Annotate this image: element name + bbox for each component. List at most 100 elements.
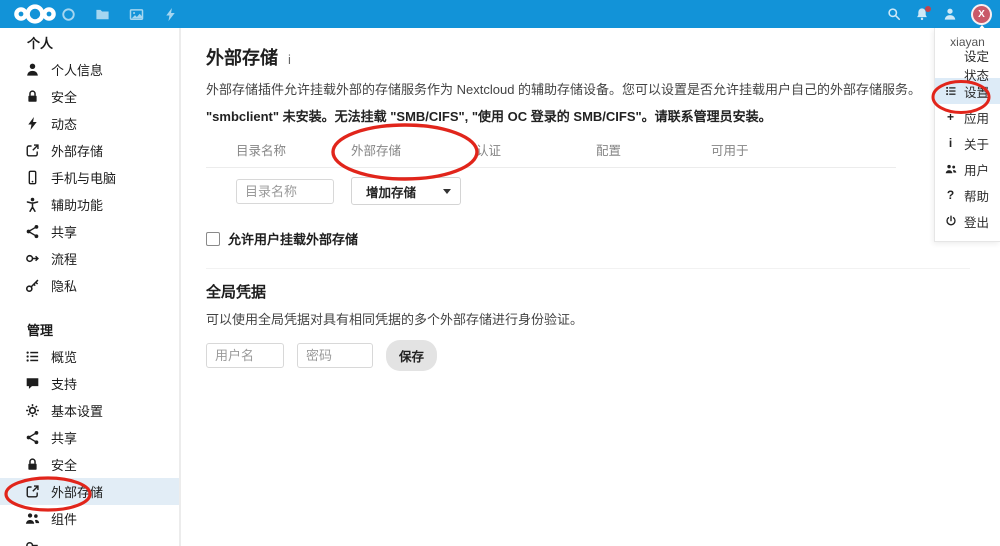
sidebar-item-label: 隐私 — [51, 279, 78, 294]
smbclient-warning: "smbclient" 未安装。无法挂载 "SMB/CIFS", "使用 OC … — [206, 109, 772, 124]
key-icon — [25, 278, 40, 293]
menu-item-label: 应用 — [964, 111, 990, 126]
topbar-right: X — [887, 0, 1000, 28]
files-icon[interactable] — [95, 7, 110, 22]
col-header-configuration: 配置 — [596, 144, 622, 158]
sidebar-item-label: 外部存储 — [51, 144, 104, 159]
group-icon — [25, 511, 40, 526]
notifications-bell-icon[interactable] — [915, 6, 931, 21]
sidebar-item-label: 共享 — [51, 225, 78, 240]
gear-icon — [25, 403, 40, 418]
sidebar-section-admin: 管理 — [27, 323, 54, 338]
sidebar-item-groupware[interactable]: 组件 — [0, 505, 179, 532]
sidebar-section-admin-wrap: 管理 概览 支持 基本设置 共享 安全 外部存储 组件 — [0, 316, 179, 546]
sidebar-item-external-storage-personal[interactable]: 外部存储 — [0, 137, 179, 164]
group-icon — [944, 163, 957, 175]
sidebar-item-label: 基本设置 — [51, 404, 104, 419]
sidebar-item-label: 个人信息 — [51, 63, 104, 78]
accessibility-icon — [25, 197, 40, 212]
sidebar-item-label: 辅助功能 — [51, 198, 104, 213]
password-input[interactable] — [297, 343, 373, 368]
allow-user-mount-checkbox[interactable] — [206, 231, 220, 246]
menu-item-label: 设定状态 — [964, 50, 990, 83]
dashboard-icon[interactable] — [61, 7, 76, 22]
menu-item-set-status[interactable]: 设定状态 — [935, 50, 1000, 83]
sidebar-item-sharing-admin[interactable]: 共享 — [0, 424, 179, 451]
app-icon-row — [61, 7, 178, 22]
plus-icon: + — [946, 110, 954, 124]
sidebar-item-label: 手机与电脑 — [51, 171, 117, 186]
global-credentials-description: 可以使用全局凭据对具有相同凭据的多个外部存储进行身份验证。 — [206, 312, 584, 327]
sidebar-item-label: 安全 — [51, 458, 78, 473]
global-credentials-title: 全局凭据 — [206, 284, 267, 301]
sidebar-item-external-storage-admin[interactable]: 外部存储 — [0, 478, 179, 505]
menu-item-logout[interactable]: 登出 — [935, 208, 1000, 234]
menu-item-label: 关于 — [964, 137, 990, 152]
chat-bubble-icon — [25, 376, 40, 391]
sidebar-item-partial[interactable] — [0, 532, 179, 546]
sidebar-item-support[interactable]: 支持 — [0, 370, 179, 397]
global-credentials-form: 保存 — [206, 340, 970, 371]
external-storage-icon — [25, 143, 40, 158]
page-title-row: 外部存储 i — [206, 44, 970, 70]
save-button[interactable]: 保存 — [386, 340, 438, 371]
search-icon[interactable] — [887, 7, 901, 21]
topbar: X — [0, 0, 1000, 28]
sidebar-item-security-personal[interactable]: 安全 — [0, 83, 179, 110]
menu-item-apps[interactable]: + 应用 — [935, 104, 1000, 130]
lock-icon — [25, 457, 40, 472]
sidebar-item-label: 概览 — [51, 350, 78, 365]
info-icon[interactable]: i — [288, 52, 291, 67]
sidebar-item-personal-info[interactable]: 个人信息 — [0, 56, 179, 83]
sidebar-item-label: 支持 — [51, 377, 78, 392]
sidebar-item-overview[interactable]: 概览 — [0, 343, 179, 370]
user-avatar[interactable]: X — [971, 3, 992, 25]
user-icon — [25, 62, 40, 77]
list-icon — [944, 85, 957, 97]
col-header-authentication: 认证 — [476, 144, 502, 158]
user-dropdown-menu: xiayan 设定状态 设置 + 应用 i 关于 用户 ? 帮助 登出 — [934, 28, 1000, 242]
bolt-icon — [25, 116, 40, 131]
allow-user-mount-row: 允许用户挂载外部存储 — [206, 229, 970, 248]
add-storage-dropdown[interactable]: 增加存储 — [351, 177, 461, 205]
contacts-icon[interactable] — [943, 7, 957, 21]
question-icon: ? — [946, 188, 955, 202]
main-content: 外部存储 i 外部存储插件允许挂载外部的存储服务作为 Nextcloud 的辅助… — [183, 28, 1000, 546]
menu-item-users[interactable]: 用户 — [935, 156, 1000, 182]
storage-table-new-row: 增加存储 — [206, 168, 970, 215]
sidebar-item-flow[interactable]: 流程 — [0, 245, 179, 272]
sidebar-section-personal: 个人 — [27, 36, 54, 51]
intro-text: 外部存储插件允许挂载外部的存储服务作为 Nextcloud 的辅助存储设备。您可… — [206, 82, 922, 97]
power-icon — [944, 215, 957, 227]
page-title: 外部存储 — [206, 48, 278, 68]
info-icon: i — [948, 136, 953, 150]
sidebar-item-security-admin[interactable]: 安全 — [0, 451, 179, 478]
caret-down-icon — [443, 188, 451, 194]
folder-name-input[interactable] — [236, 178, 334, 204]
storage-table-header: 目录名称 外部存储 认证 配置 可用于 — [206, 135, 896, 168]
sidebar-item-activity[interactable]: 动态 — [0, 110, 179, 137]
sidebar-item-basic-settings[interactable]: 基本设置 — [0, 397, 179, 424]
menu-item-help[interactable]: ? 帮助 — [935, 182, 1000, 208]
col-header-external-storage: 外部存储 — [351, 144, 402, 158]
sidebar-item-mobile-desktop[interactable]: 手机与电脑 — [0, 164, 179, 191]
sidebar-item-label: 共享 — [51, 431, 78, 446]
phone-icon — [25, 170, 40, 185]
col-header-available-for: 可用于 — [711, 144, 749, 158]
menu-item-label: 用户 — [964, 163, 990, 178]
activity-icon[interactable] — [163, 7, 178, 22]
share-icon — [25, 224, 40, 239]
menu-item-label: 帮助 — [964, 189, 990, 204]
settings-sidebar: 个人 个人信息 安全 动态 外部存储 手机与电脑 辅助功能 共享 流程 隐私 管… — [0, 28, 181, 546]
photos-icon[interactable] — [129, 7, 144, 22]
menu-item-about[interactable]: i 关于 — [935, 130, 1000, 156]
menu-item-label: 登出 — [964, 215, 990, 230]
flow-icon — [25, 251, 40, 266]
sidebar-item-privacy[interactable]: 隐私 — [0, 272, 179, 299]
sidebar-item-label: 安全 — [51, 90, 78, 105]
sidebar-item-label: 流程 — [51, 252, 78, 267]
sidebar-item-accessibility[interactable]: 辅助功能 — [0, 191, 179, 218]
sidebar-item-sharing-personal[interactable]: 共享 — [0, 218, 179, 245]
username-input[interactable] — [206, 343, 284, 368]
nextcloud-logo-icon[interactable] — [12, 2, 58, 26]
